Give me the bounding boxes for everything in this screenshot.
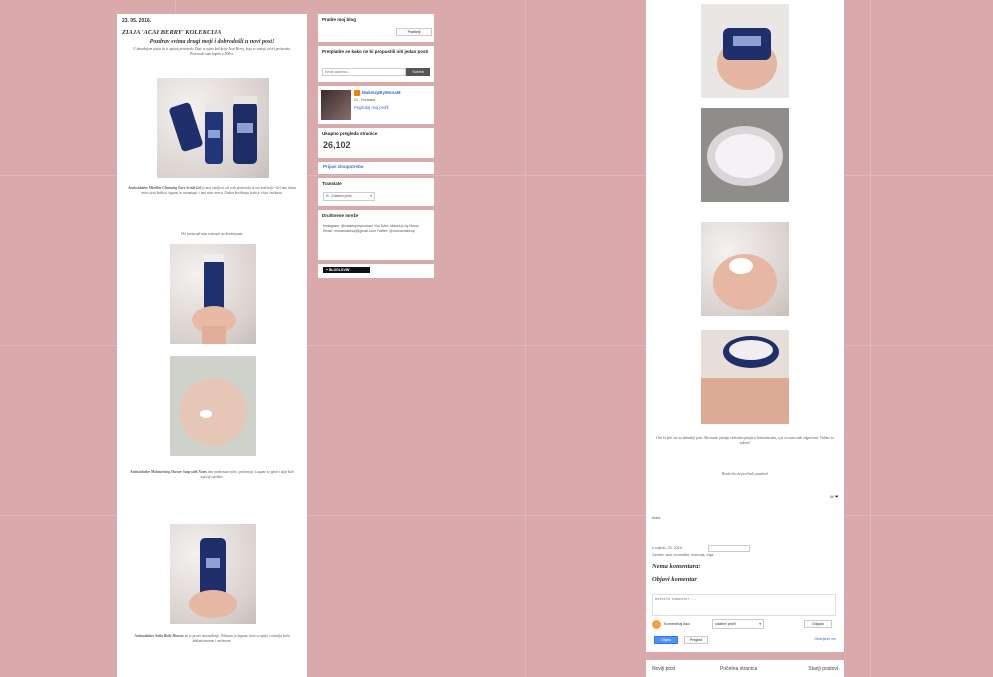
post-column: 23. 05. 2016. ZIAJA 'ACAI BERRY' KOLEKCI…	[117, 14, 307, 677]
widget-views: Ukupno pregleda stranice 26,102	[318, 128, 434, 158]
bg-grid-line	[870, 0, 871, 677]
widget-bloglovin: + BLOGLOVIN'	[318, 264, 434, 278]
subscribe-email-input[interactable]	[322, 68, 406, 76]
photo-arm-swatch	[701, 330, 789, 424]
translate-select-label: Odaberi jezik	[330, 194, 352, 198]
hand-bottle-image	[192, 254, 236, 344]
widget-profile: MakeUpByMonaM 21 , Hrvatska Pogledaj moj…	[318, 86, 434, 124]
translate-select[interactable]: G Odaberi jezik ▾	[323, 192, 375, 201]
chevron-down-icon: ▾	[370, 194, 372, 198]
post-title[interactable]: ZIAJA 'ACAI BERRY' KOLEKCIJA	[122, 29, 221, 36]
comment-as-value: odaberi profil	[715, 622, 736, 626]
hand-bottle2-image	[189, 538, 237, 618]
widget-report: Prijavi zloupotrebu	[318, 162, 434, 174]
author-line: Autor	[652, 516, 661, 520]
subscribe-button[interactable]: Submit	[406, 68, 430, 76]
section2-body: ima prekrasan miris i pakiranje. Lagano …	[200, 470, 294, 479]
profile-location: 21 , Hrvatska	[354, 98, 376, 102]
widget-social: Društvene mreže Instagram: @makeupbymona…	[318, 210, 434, 260]
widget-follow: Pratite moj blog Pratitelji	[318, 14, 434, 42]
section1-title: Antioxidative Micellar Cleansing Face Sc…	[128, 186, 202, 190]
section3-title: Antioxidative Satin Body Mousse	[134, 634, 184, 638]
bloglovin-button[interactable]: + BLOGLOVIN'	[323, 267, 370, 273]
profile-name[interactable]: MakeUpByMonaM	[362, 90, 401, 95]
follow-title: Pratite moj blog	[322, 17, 357, 22]
home-link[interactable]: Početna stranica	[720, 666, 757, 672]
photo-jar-open	[701, 108, 789, 202]
comment-as-select[interactable]: odaberi profil ▾	[712, 619, 764, 629]
blogger-icon	[652, 620, 661, 629]
finger-cream-image	[713, 254, 777, 310]
views-title: Ukupno pregleda stranice	[322, 131, 378, 136]
social-title: Društvene mreže	[322, 213, 359, 218]
comment-as-label: Komentiraj kao:	[664, 622, 691, 626]
google-g-icon: G	[326, 194, 329, 198]
comment-textarea[interactable]	[652, 594, 836, 616]
section1-note: Ovi proizvodi nisu testirani na životinj…	[180, 232, 244, 236]
post-greeting: Pozdrav svima drugi moji i dobrodošli u …	[149, 39, 275, 45]
share-buttons[interactable]	[708, 545, 750, 552]
photo-palm-swatch	[170, 356, 256, 456]
photo-products	[157, 78, 269, 178]
photo-hand-bottle-2	[170, 524, 256, 624]
older-posts-link[interactable]: Stariji postovi	[808, 666, 838, 672]
jar-open-image	[707, 126, 783, 186]
palm-image	[179, 378, 247, 446]
post-intro: U današnjem postu ću ti opisati proizvod…	[133, 47, 291, 56]
views-count: 26,102	[323, 140, 351, 150]
no-comments-heading: Nema komentara:	[652, 563, 701, 570]
newer-post-link[interactable]: Noviji post	[652, 666, 675, 672]
post-comment-heading: Objavi komentar	[652, 576, 697, 583]
widget-subscribe: Pretplatite se kako ne bi propustili nit…	[318, 46, 434, 82]
preview-button[interactable]: Pregled	[684, 636, 708, 644]
signature: M ❤	[830, 494, 838, 499]
post-meta-date: u srijedu, 25. 2016.	[652, 546, 683, 550]
section2-title: Antioxidative Moisturising Shower Soap w…	[130, 470, 207, 474]
logout-button[interactable]: Odjava	[804, 620, 832, 628]
photo-hand-bottle	[170, 244, 256, 344]
jar-hand-image	[717, 28, 777, 90]
profile-avatar[interactable]	[321, 90, 351, 120]
bg-grid-line	[525, 0, 526, 677]
profile-link[interactable]: Pogledaj moj profil	[354, 105, 388, 110]
notify-link[interactable]: Obavijesti me	[814, 637, 836, 641]
translate-title: Translate	[322, 181, 342, 186]
follow-button[interactable]: Pratitelji	[396, 28, 432, 36]
bottles-image	[169, 96, 257, 164]
report-abuse-link[interactable]: Prijavi zloupotrebu	[323, 164, 364, 169]
arm-swatch-image	[701, 336, 789, 424]
social-text: Instagram: @makeupbymonam YouTube: MakeU…	[323, 224, 419, 233]
chevron-down-icon: ▾	[759, 622, 761, 626]
widget-translate: Translate G Odaberi jezik ▾	[318, 178, 434, 206]
bloglovin-label: BLOGLOVIN'	[328, 268, 350, 272]
blog-pager: Noviji post Početna stranica Stariji pos…	[646, 660, 844, 677]
photo-jar-hand	[701, 4, 789, 98]
blogger-icon	[354, 90, 360, 96]
photo-finger-cream	[701, 222, 789, 316]
post-labels: Oznake: acai, kozmetika, recenzija, ziaj…	[652, 553, 714, 557]
subscribe-title: Pretplatite se kako ne bi propustili nit…	[322, 49, 429, 54]
publish-button[interactable]: Objavi	[654, 636, 678, 644]
section3-body: mi je pravo iznenađenje. Tekstura je lag…	[184, 634, 290, 643]
closing-text-2: Hvala što ste pročitali, pozdrav!	[721, 472, 769, 476]
post-continuation: Ovo bi bilo sve za današnji post. Ako im…	[646, 0, 844, 652]
closing-text: Ovo bi bilo sve za današnji post. Ako im…	[656, 436, 834, 445]
post-date: 23. 05. 2016.	[122, 18, 152, 24]
